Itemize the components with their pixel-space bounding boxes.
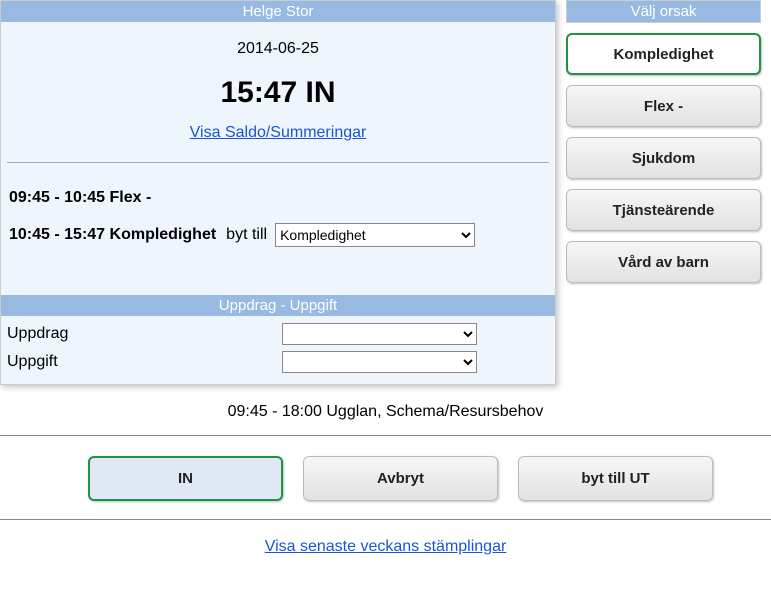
reason-button-tjanstearende[interactable]: Tjänsteärende	[566, 189, 761, 231]
assignment-form: Uppdrag Uppgift	[1, 316, 555, 384]
uppdrag-row: Uppdrag	[7, 320, 549, 348]
switch-to-label: byt till	[226, 226, 267, 244]
reason-button-kompledighet[interactable]: Kompledighet	[566, 33, 761, 75]
uppdrag-select[interactable]	[282, 323, 477, 345]
switch-to-out-button[interactable]: byt till UT	[518, 456, 713, 501]
stamp-panel: Helge Stor 2014-06-25 15:47 IN Visa Sald…	[0, 0, 556, 385]
uppgift-row: Uppgift	[7, 348, 549, 376]
cancel-button[interactable]: Avbryt	[303, 456, 498, 501]
reason-panel: Välj orsak Kompledighet Flex - Sjukdom T…	[566, 0, 761, 283]
main-container: Helge Stor 2014-06-25 15:47 IN Visa Sald…	[0, 0, 771, 385]
reason-button-flex[interactable]: Flex -	[566, 85, 761, 127]
stamp-entry-text: 09:45 - 10:45 Flex -	[9, 189, 151, 207]
uppdrag-label: Uppdrag	[7, 325, 282, 343]
stamp-entry: 09:45 - 10:45 Flex -	[9, 181, 547, 215]
reason-button-vard-av-barn[interactable]: Vård av barn	[566, 241, 761, 283]
stamp-entry: 10:45 - 15:47 Kompledighet byt till Komp…	[9, 215, 547, 255]
show-week-stamps-link[interactable]: Visa senaste veckans stämplingar	[265, 538, 507, 555]
time-status-display: 15:47 IN	[1, 70, 555, 124]
uppgift-select[interactable]	[282, 351, 477, 373]
below-section: 09:45 - 18:00 Ugglan, Schema/Resursbehov…	[0, 385, 771, 562]
reason-panel-title: Välj orsak	[566, 0, 761, 23]
in-button[interactable]: IN	[88, 456, 283, 501]
date-display: 2014-06-25	[1, 32, 555, 70]
schedule-line: 09:45 - 18:00 Ugglan, Schema/Resursbehov	[0, 397, 771, 435]
reason-button-sjukdom[interactable]: Sjukdom	[566, 137, 761, 179]
divider	[7, 162, 549, 163]
uppgift-label: Uppgift	[7, 353, 282, 371]
assignment-header: Uppdrag - Uppgift	[1, 295, 555, 316]
action-row: IN Avbryt byt till UT	[0, 436, 771, 519]
stamp-entry-text: 10:45 - 15:47 Kompledighet	[9, 226, 216, 244]
stamp-panel-title: Helge Stor	[1, 1, 555, 22]
stamp-summary: 2014-06-25 15:47 IN Visa Saldo/Summering…	[1, 22, 555, 154]
stamp-entries: 09:45 - 10:45 Flex - 10:45 - 15:47 Kompl…	[1, 175, 555, 295]
bottom-link-row: Visa senaste veckans stämplingar	[0, 520, 771, 556]
show-balance-link[interactable]: Visa Saldo/Summeringar	[190, 124, 367, 141]
reason-switch-select[interactable]: Kompledighet	[275, 223, 475, 247]
